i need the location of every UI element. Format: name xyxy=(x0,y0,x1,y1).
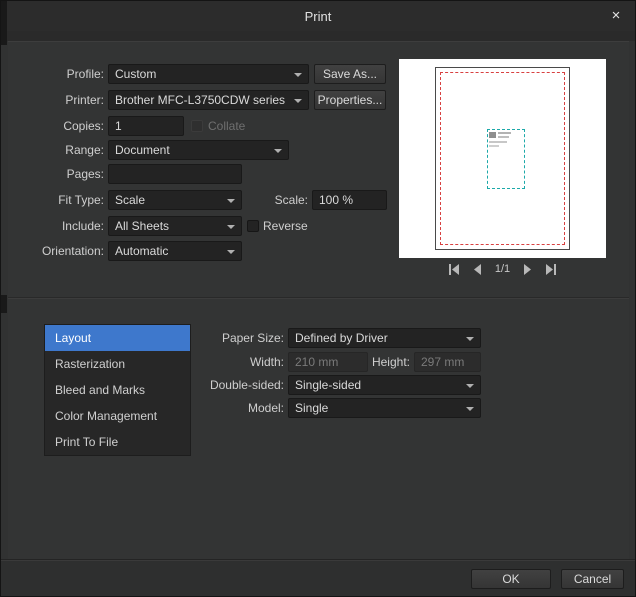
scale-label: Scale: xyxy=(274,193,308,207)
chevron-down-icon xyxy=(466,384,474,388)
chevron-down-icon xyxy=(294,99,302,103)
model-dropdown[interactable]: Single xyxy=(288,398,481,418)
pages-field[interactable] xyxy=(108,164,242,184)
cancel-button[interactable]: Cancel xyxy=(561,569,624,589)
titlebar-gap xyxy=(1,31,635,41)
skip-to-last-icon xyxy=(546,263,557,275)
orientation-value: Automatic xyxy=(115,244,169,258)
include-value: All Sheets xyxy=(115,219,170,233)
reverse-label: Reverse xyxy=(263,219,308,233)
paper-size-label: Paper Size: xyxy=(221,331,284,345)
printer-dropdown[interactable]: Brother MFC-L3750CDW series xyxy=(108,90,309,110)
screen-edge-artifact-top xyxy=(1,1,7,45)
print-preview-canvas xyxy=(399,59,606,258)
titlebar: Print × xyxy=(1,1,635,32)
paper-size-value: Defined by Driver xyxy=(295,331,388,345)
preview-content xyxy=(489,145,499,147)
content-bounds-guide xyxy=(487,129,525,189)
include-dropdown[interactable]: All Sheets xyxy=(108,216,242,236)
orientation-label: Orientation: xyxy=(41,244,104,258)
chevron-down-icon xyxy=(466,337,474,341)
orientation-dropdown[interactable]: Automatic xyxy=(108,241,242,261)
chevron-down-icon xyxy=(294,73,302,77)
first-page-button[interactable] xyxy=(448,263,460,275)
range-dropdown[interactable]: Document xyxy=(108,140,289,160)
chevron-down-icon xyxy=(466,407,474,411)
preview-page xyxy=(435,67,570,250)
chevron-down-icon xyxy=(227,225,235,229)
printer-label: Printer: xyxy=(65,93,104,107)
preview-content xyxy=(489,132,496,138)
ok-button[interactable]: OK xyxy=(471,569,551,589)
collate-checkbox xyxy=(191,120,203,132)
include-label: Include: xyxy=(61,219,104,233)
range-label: Range: xyxy=(65,143,104,157)
section-item-print-to-file[interactable]: Print To File xyxy=(45,429,190,455)
properties-button[interactable]: Properties... xyxy=(314,90,386,110)
fit-type-dropdown[interactable]: Scale xyxy=(108,190,242,210)
collate-label: Collate xyxy=(208,119,246,133)
copies-field[interactable]: 1 xyxy=(108,116,184,136)
profile-value: Custom xyxy=(115,67,157,81)
dialog-title: Print xyxy=(304,9,332,24)
paper-size-dropdown[interactable]: Defined by Driver xyxy=(288,328,481,348)
preview-content xyxy=(489,141,507,143)
scale-field[interactable]: 100 % xyxy=(312,190,387,210)
screen-edge-artifact-mid xyxy=(1,295,7,313)
preview-content xyxy=(498,136,509,138)
print-dialog: Print × Profile: Custom Save As... Print… xyxy=(0,0,636,597)
skip-to-first-icon xyxy=(448,263,459,275)
page-indicator: 1/1 xyxy=(494,263,511,275)
last-page-button[interactable] xyxy=(545,263,557,275)
section-divider xyxy=(8,297,629,299)
double-sided-value: Single-sided xyxy=(295,378,362,392)
pages-label: Pages: xyxy=(66,167,104,181)
fit-type-value: Scale xyxy=(115,193,146,207)
save-as-button[interactable]: Save As... xyxy=(314,64,386,84)
copies-label: Copies: xyxy=(63,119,104,133)
next-icon xyxy=(524,263,532,275)
model-value: Single xyxy=(295,401,329,415)
reverse-checkbox[interactable] xyxy=(247,220,259,232)
chevron-down-icon xyxy=(227,250,235,254)
range-value: Document xyxy=(115,143,170,157)
profile-dropdown[interactable]: Custom xyxy=(108,64,309,84)
model-label: Model: xyxy=(247,401,284,415)
width-field: 210 mm xyxy=(288,352,368,372)
width-label: Width: xyxy=(249,355,284,369)
profile-label: Profile: xyxy=(66,67,104,81)
close-icon[interactable]: × xyxy=(605,5,627,27)
preview-pager: 1/1 xyxy=(399,260,606,278)
previous-icon xyxy=(473,263,481,275)
chevron-down-icon xyxy=(227,199,235,203)
double-sided-dropdown[interactable]: Single-sided xyxy=(288,375,481,395)
height-label: Height: xyxy=(371,355,410,369)
printer-value: Brother MFC-L3750CDW series xyxy=(115,93,286,107)
next-page-button[interactable] xyxy=(523,263,532,275)
previous-page-button[interactable] xyxy=(473,263,482,275)
height-field: 297 mm xyxy=(414,352,481,372)
chevron-down-icon xyxy=(274,149,282,153)
preview-content xyxy=(498,132,511,134)
fit-type-label: Fit Type: xyxy=(58,193,104,207)
double-sided-label: Double-sided: xyxy=(209,378,284,392)
